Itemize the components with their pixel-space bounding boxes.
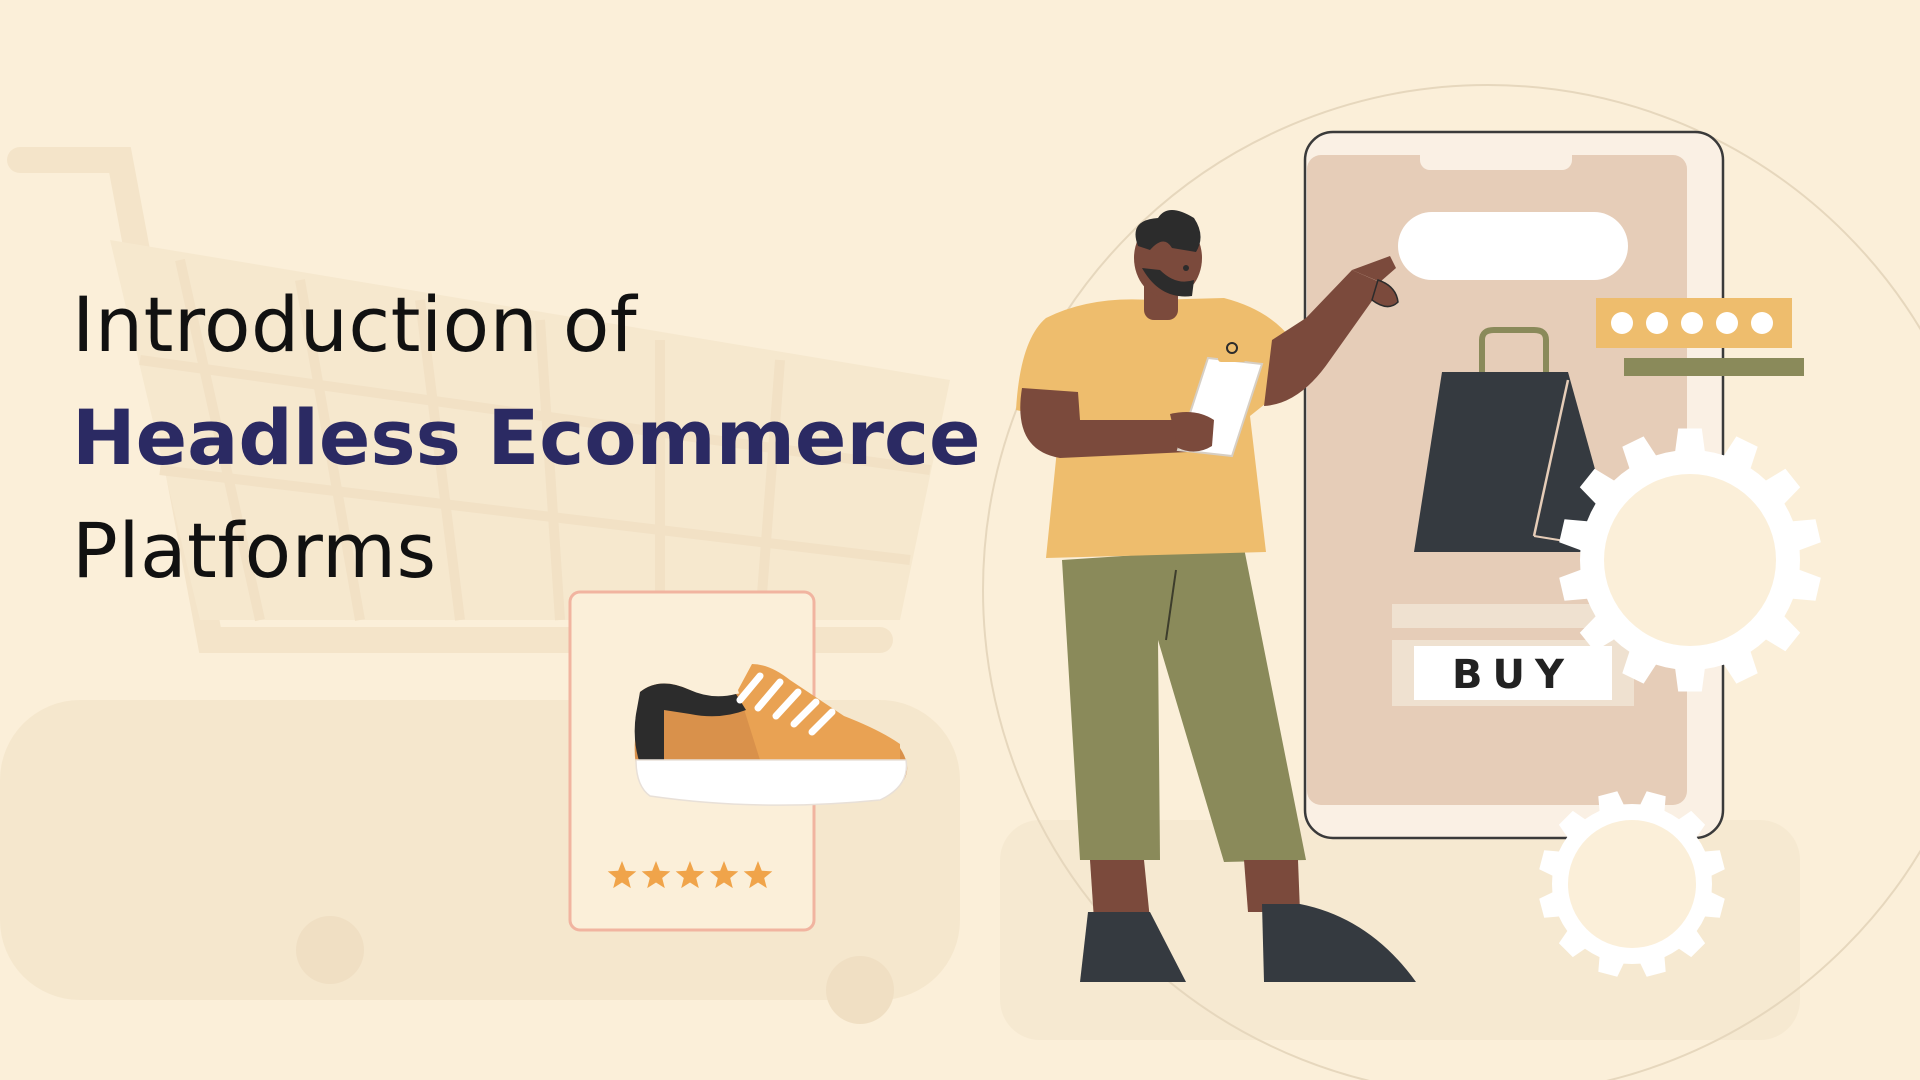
rating-dot <box>1681 312 1703 334</box>
gear-icon <box>1539 791 1725 977</box>
rating-widget <box>1596 298 1804 376</box>
rating-dot <box>1716 312 1738 334</box>
hero-title: Introduction of Headless Ecommerce Platf… <box>72 268 981 607</box>
search-bar <box>1398 212 1628 280</box>
rating-dot <box>1751 312 1773 334</box>
rating-dot <box>1646 312 1668 334</box>
phone-notch <box>1420 142 1572 170</box>
title-line-headless-ecommerce: Headless Ecommerce <box>72 393 981 482</box>
title-line-intro: Introduction of <box>72 280 638 369</box>
sneaker-icon <box>634 664 908 806</box>
buy-button-label: BUY <box>1452 652 1574 698</box>
title-line-platforms: Platforms <box>72 506 437 595</box>
rating-underline <box>1624 358 1804 376</box>
rating-dot <box>1611 312 1633 334</box>
